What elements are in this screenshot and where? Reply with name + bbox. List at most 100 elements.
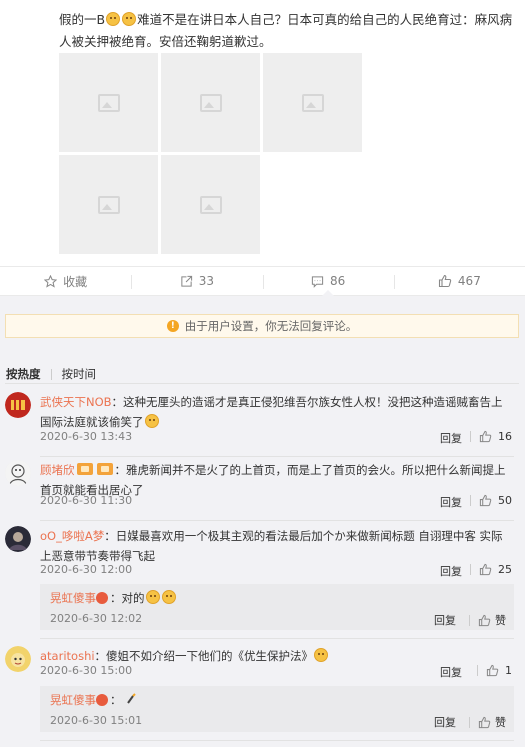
sub-reply-meta: 2020-6-30 12:02 回复 赞 <box>50 612 506 628</box>
comment-meta: 2020-6-30 15:00 回复 1 <box>40 664 512 680</box>
comment-username[interactable]: 顾堵欣 <box>40 463 75 477</box>
comment-body: 武侠天下NOB：这种无厘头的造谣才是真正侵犯维吾尔族女性人权！没把这种造谣贼畜告… <box>40 392 512 432</box>
face-emoji-icon <box>145 590 160 604</box>
warning-icon: ! <box>166 320 179 332</box>
comment-like-count: 25 <box>498 563 512 576</box>
sub-reply-body: 晃虹傻事 ： <box>50 692 137 708</box>
comment-body: oO_哆啦A梦：日媒最喜欢用一个极其主观的看法最后加个か来做新闻标题 自诩理中客… <box>40 526 512 566</box>
image-thumbnail[interactable] <box>161 53 260 152</box>
comment-text: ：日媒最喜欢用一个极其主观的看法最后加个か来做新闻标题 自诩理中客 实际上恶意带… <box>40 529 503 563</box>
comment-count: 86 <box>329 274 346 288</box>
face-emoji-icon <box>314 648 329 662</box>
reply-disabled-notice: ! 由于用户设置，你无法回复评论。 <box>5 314 519 338</box>
comment-meta: 2020-6-30 12:00 回复 25 <box>40 563 512 579</box>
share-icon <box>181 275 192 287</box>
divider <box>5 383 519 384</box>
comment-body: ataritoshi：傻姐不如介绍一下他们的《优生保护法》 <box>40 646 512 666</box>
notice-text: 由于用户设置，你无法回复评论。 <box>184 319 358 333</box>
sub-reply-text: ： <box>110 693 122 707</box>
comment-meta: 2020-6-30 13:43 回复 16 <box>40 430 512 446</box>
member-badge-icon <box>96 694 108 706</box>
divider <box>469 716 470 728</box>
like-count: 467 <box>457 274 481 288</box>
post-text-part1: 假的一B <box>59 12 106 27</box>
sub-reply-like-button[interactable]: 赞 <box>469 714 506 730</box>
star-icon <box>44 274 58 288</box>
sub-reply-like-button[interactable]: 赞 <box>469 612 506 628</box>
sub-reply-body: 晃虹傻事 ：对的 <box>50 590 177 606</box>
post-text: 假的一B 难道不是在讲日本人自己？日本可真的给自己的人民绝育过：麻风病人被关押被绝… <box>59 9 514 53</box>
sort-by-time[interactable]: 按时间 <box>62 366 97 382</box>
comment-username[interactable]: 武侠天下NOB <box>40 395 112 409</box>
vip-badge-icon <box>76 463 93 475</box>
sort-by-hot[interactable]: 按热度 <box>6 366 41 382</box>
divider <box>40 520 514 521</box>
image-placeholder-icon <box>199 93 222 112</box>
reply-button[interactable]: 回复 <box>440 563 462 579</box>
thumbs-up-icon <box>479 430 492 443</box>
laughing-emoji-icon <box>144 414 159 428</box>
image-thumbnail[interactable] <box>59 53 158 152</box>
reply-button[interactable]: 回复 <box>434 612 456 628</box>
face-emoji-icon <box>161 590 176 604</box>
member-badge-icon <box>96 592 108 604</box>
reply-button[interactable]: 回复 <box>434 714 456 730</box>
comment-button[interactable]: 86 <box>262 267 394 296</box>
image-placeholder-icon <box>97 93 120 112</box>
comment-username[interactable]: ataritoshi <box>40 649 95 663</box>
image-placeholder-icon <box>97 195 120 214</box>
sort-divider <box>50 368 52 380</box>
like-button[interactable]: 467 <box>393 267 525 295</box>
avatar[interactable] <box>5 526 31 552</box>
divider <box>40 740 514 741</box>
candle-emoji-icon <box>127 693 136 704</box>
repost-button[interactable]: 33 <box>131 267 262 295</box>
favorite-label: 收藏 <box>63 274 88 289</box>
favorite-button[interactable]: 收藏 <box>0 267 131 295</box>
image-placeholder-icon <box>199 195 222 214</box>
thumbs-up-icon <box>486 664 499 677</box>
face-emoji-icon <box>106 12 121 26</box>
divider <box>40 638 514 639</box>
comment-text: ：傻姐不如介绍一下他们的《优生保护法》 <box>94 649 314 663</box>
comment-like-button[interactable]: 16 <box>470 430 512 443</box>
avatar[interactable] <box>5 392 31 418</box>
image-thumbnail[interactable] <box>59 155 158 254</box>
comment-like-button[interactable]: 50 <box>470 494 512 507</box>
sub-reply-meta: 2020-6-30 15:01 回复 赞 <box>50 714 506 730</box>
sub-reply-username[interactable]: 晃虹傻事 <box>50 693 96 707</box>
sub-reply: 晃虹傻事 ：对的 2020-6-30 12:02 回复 赞 <box>40 584 514 630</box>
reply-button[interactable]: 回复 <box>440 664 462 680</box>
comment-username[interactable]: oO_哆啦A梦 <box>40 529 104 543</box>
thumbs-up-icon <box>478 716 491 728</box>
action-bar: 收藏 33 86 467 <box>0 266 525 296</box>
divider <box>470 495 471 506</box>
sub-reply-date: 2020-6-30 12:02 <box>50 612 143 625</box>
image-thumbnail[interactable] <box>161 155 260 254</box>
reply-button[interactable]: 回复 <box>440 430 462 446</box>
thumbs-up-icon <box>478 614 491 626</box>
divider <box>40 456 514 457</box>
image-placeholder-icon <box>301 93 324 112</box>
member-badge-icon <box>96 463 113 475</box>
image-thumbnail[interactable] <box>263 53 362 152</box>
comment-icon <box>311 275 324 288</box>
reply-button[interactable]: 回复 <box>440 494 462 510</box>
divider <box>477 665 478 676</box>
sub-reply-text: ：对的 <box>110 591 145 605</box>
comment-like-button[interactable]: 25 <box>470 563 512 576</box>
comment-meta: 2020-6-30 11:30 回复 50 <box>40 494 512 510</box>
sub-reply-username[interactable]: 晃虹傻事 <box>50 591 96 605</box>
sub-reply-date: 2020-6-30 15:01 <box>50 714 143 727</box>
thumbs-up-icon <box>479 494 492 507</box>
comment-date: 2020-6-30 12:00 <box>40 563 133 576</box>
comments-area: ! 由于用户设置，你无法回复评论。 按热度 按时间 武侠天下NOB：这种无厘头的… <box>0 296 525 747</box>
thumbs-up-icon <box>438 274 452 288</box>
divider <box>469 614 470 626</box>
comment-like-button[interactable]: 1 <box>477 664 512 677</box>
avatar[interactable] <box>5 460 31 486</box>
comment-like-count: 1 <box>505 664 512 677</box>
sort-tabs: 按热度 按时间 <box>6 366 96 382</box>
avatar[interactable] <box>5 646 31 672</box>
comment-like-count: 16 <box>498 430 512 443</box>
